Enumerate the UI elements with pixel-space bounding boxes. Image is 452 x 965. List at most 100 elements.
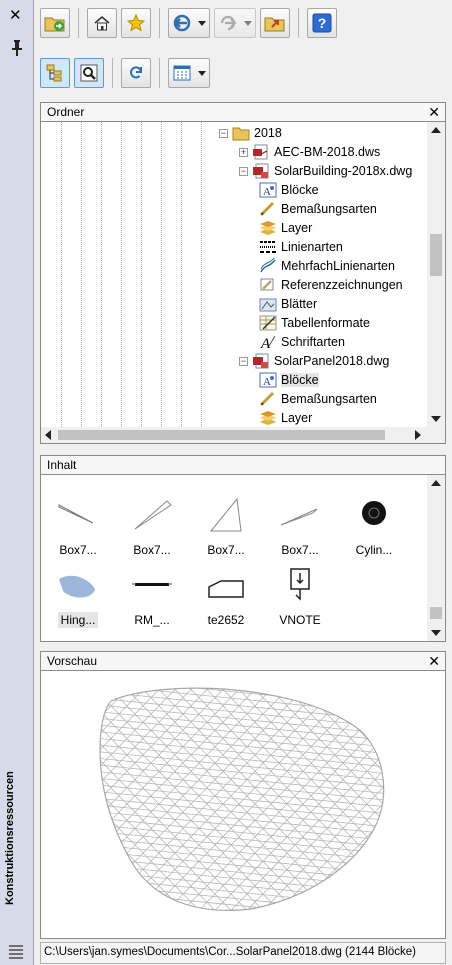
wireframe-line [100,688,290,911]
preview-close-icon[interactable]: ✕ [428,653,440,670]
tree-item-label: Referenzzeichnungen [281,278,403,292]
tree-guide-line [81,122,82,427]
content-item-name-wrap: Box7... [119,543,185,557]
wireframe-line [316,688,384,911]
content-panel[interactable]: Box7... Box7... Box7... Box7... Cylin... Hing… [40,475,446,642]
wireframe-line [100,688,384,720]
tree-view-icon [46,64,62,82]
tree-item[interactable]: − SolarBuilding-2018x.dwg [239,162,412,180]
content-item[interactable]: Box7... [193,495,259,565]
wireframe-line [41,671,81,937]
content-item[interactable]: te2652 [193,565,259,635]
content-item[interactable]: Hing... [45,565,111,635]
scroll-thumb[interactable] [430,607,442,619]
status-path: C:\Users\jan.symes\Documents\Cor...Solar… [44,946,417,958]
content-item[interactable]: Cylin... [341,495,407,565]
expand-icon[interactable]: + [239,147,248,157]
content-item-name: Box7... [207,543,245,557]
refresh-button[interactable] [121,58,151,88]
palette-close-icon[interactable]: ✕ [9,8,22,23]
tree-item[interactable]: A Blöcke [257,371,319,389]
tree-item[interactable]: Layer [257,219,312,237]
hinge-icon [53,565,103,605]
tree-item-label: Blöcke [281,183,319,197]
forward-button[interactable] [214,8,256,38]
folder-tree-vertical-scrollbar[interactable] [427,122,445,427]
tree-item[interactable]: Bemaßungsarten [257,390,377,408]
content-item-name-wrap: Cylin... [341,543,407,557]
back-dropdown-icon[interactable] [198,21,206,26]
forward-dropdown-icon[interactable] [244,21,252,26]
tree-item-label: Layer [281,411,313,425]
scroll-up-icon[interactable] [431,480,441,486]
folders-close-icon[interactable]: ✕ [428,104,440,121]
scroll-right-icon[interactable] [415,430,421,440]
scroll-left-icon[interactable] [45,430,51,440]
back-button[interactable] [168,8,210,38]
collapse-icon[interactable]: − [219,128,228,138]
content-vertical-scrollbar[interactable] [427,475,445,641]
wireframe-line [41,671,65,937]
views-dropdown-icon[interactable] [198,71,206,76]
content-item-name: Hing... [57,612,99,628]
svg-text:?: ? [318,15,327,31]
svg-text:A: A [263,376,271,388]
help-button[interactable]: ? [307,8,337,38]
collapse-icon[interactable]: − [239,356,248,366]
box-wedge-icon [127,495,177,535]
wireframe-line [364,688,384,911]
tree-item[interactable]: Linienarten [257,238,343,256]
content-item-name: Cylin... [355,543,393,557]
tree-item[interactable]: A Blöcke [257,181,319,199]
wireframe-line [100,905,384,911]
tree-item[interactable]: Bemaßungsarten [257,200,377,218]
palette-properties-icon[interactable] [9,945,23,959]
tree-item[interactable]: − SolarPanel2018.dwg [239,352,389,370]
wireframe-line [236,688,384,911]
scroll-up-icon[interactable] [431,127,441,133]
favorites-button[interactable] [121,8,151,38]
content-item[interactable]: RM_... [119,565,185,635]
te-block-icon [201,565,251,605]
wireframe-line [380,688,384,911]
palette-title-bar[interactable]: ✕ Konstruktionsressourcen [0,0,34,965]
scroll-thumb[interactable] [430,234,442,276]
tree-item[interactable]: Blätter [257,295,317,313]
linetype-icon [259,239,277,255]
views-button[interactable] [168,58,210,88]
wireframe-line [100,688,290,911]
wireframe-line [100,725,384,767]
folder-tree-panel[interactable]: − 2018 + AEC-BM-2018.dws − SolarBuilding-2018… [40,122,446,444]
collapse-icon[interactable]: − [239,166,248,176]
up-button[interactable] [260,8,290,38]
tree-toggle-button[interactable] [40,58,70,88]
tree-item[interactable]: Referenzzeichnungen [257,276,403,294]
cylinder-icon [349,495,399,535]
wireframe-line [100,688,114,911]
tree-item[interactable]: Layer [257,409,312,427]
tree-item[interactable]: − 2018 [219,124,282,142]
wireframe-line [41,671,81,937]
home-button[interactable] [87,8,117,38]
content-item[interactable]: VNOTE [267,565,333,635]
tree-item[interactable]: + AEC-BM-2018.dws [239,143,380,161]
wireframe-line [100,698,384,740]
toolbar-separator [112,58,113,88]
tree-item[interactable]: MehrfachLinienarten [257,256,395,275]
scroll-thumb[interactable] [58,430,385,440]
preview-toggle-button[interactable] [74,58,104,88]
load-button[interactable] [40,8,70,38]
toolbar-separator [159,58,160,88]
tree-item[interactable]: Tabellenformate [257,314,370,332]
tree-item[interactable]: A Schriftarten [257,333,345,352]
blocks-icon: A [259,372,277,388]
content-item-name: VNOTE [279,613,321,627]
scroll-down-icon[interactable] [431,416,441,422]
content-item[interactable]: Box7... [45,495,111,565]
wireframe-line [100,688,384,694]
pin-icon[interactable] [11,40,23,56]
content-item[interactable]: Box7... [119,495,185,565]
folder-tree-horizontal-scrollbar[interactable] [41,427,445,443]
content-item[interactable]: Box7... [267,495,333,565]
scroll-down-icon[interactable] [431,630,441,636]
